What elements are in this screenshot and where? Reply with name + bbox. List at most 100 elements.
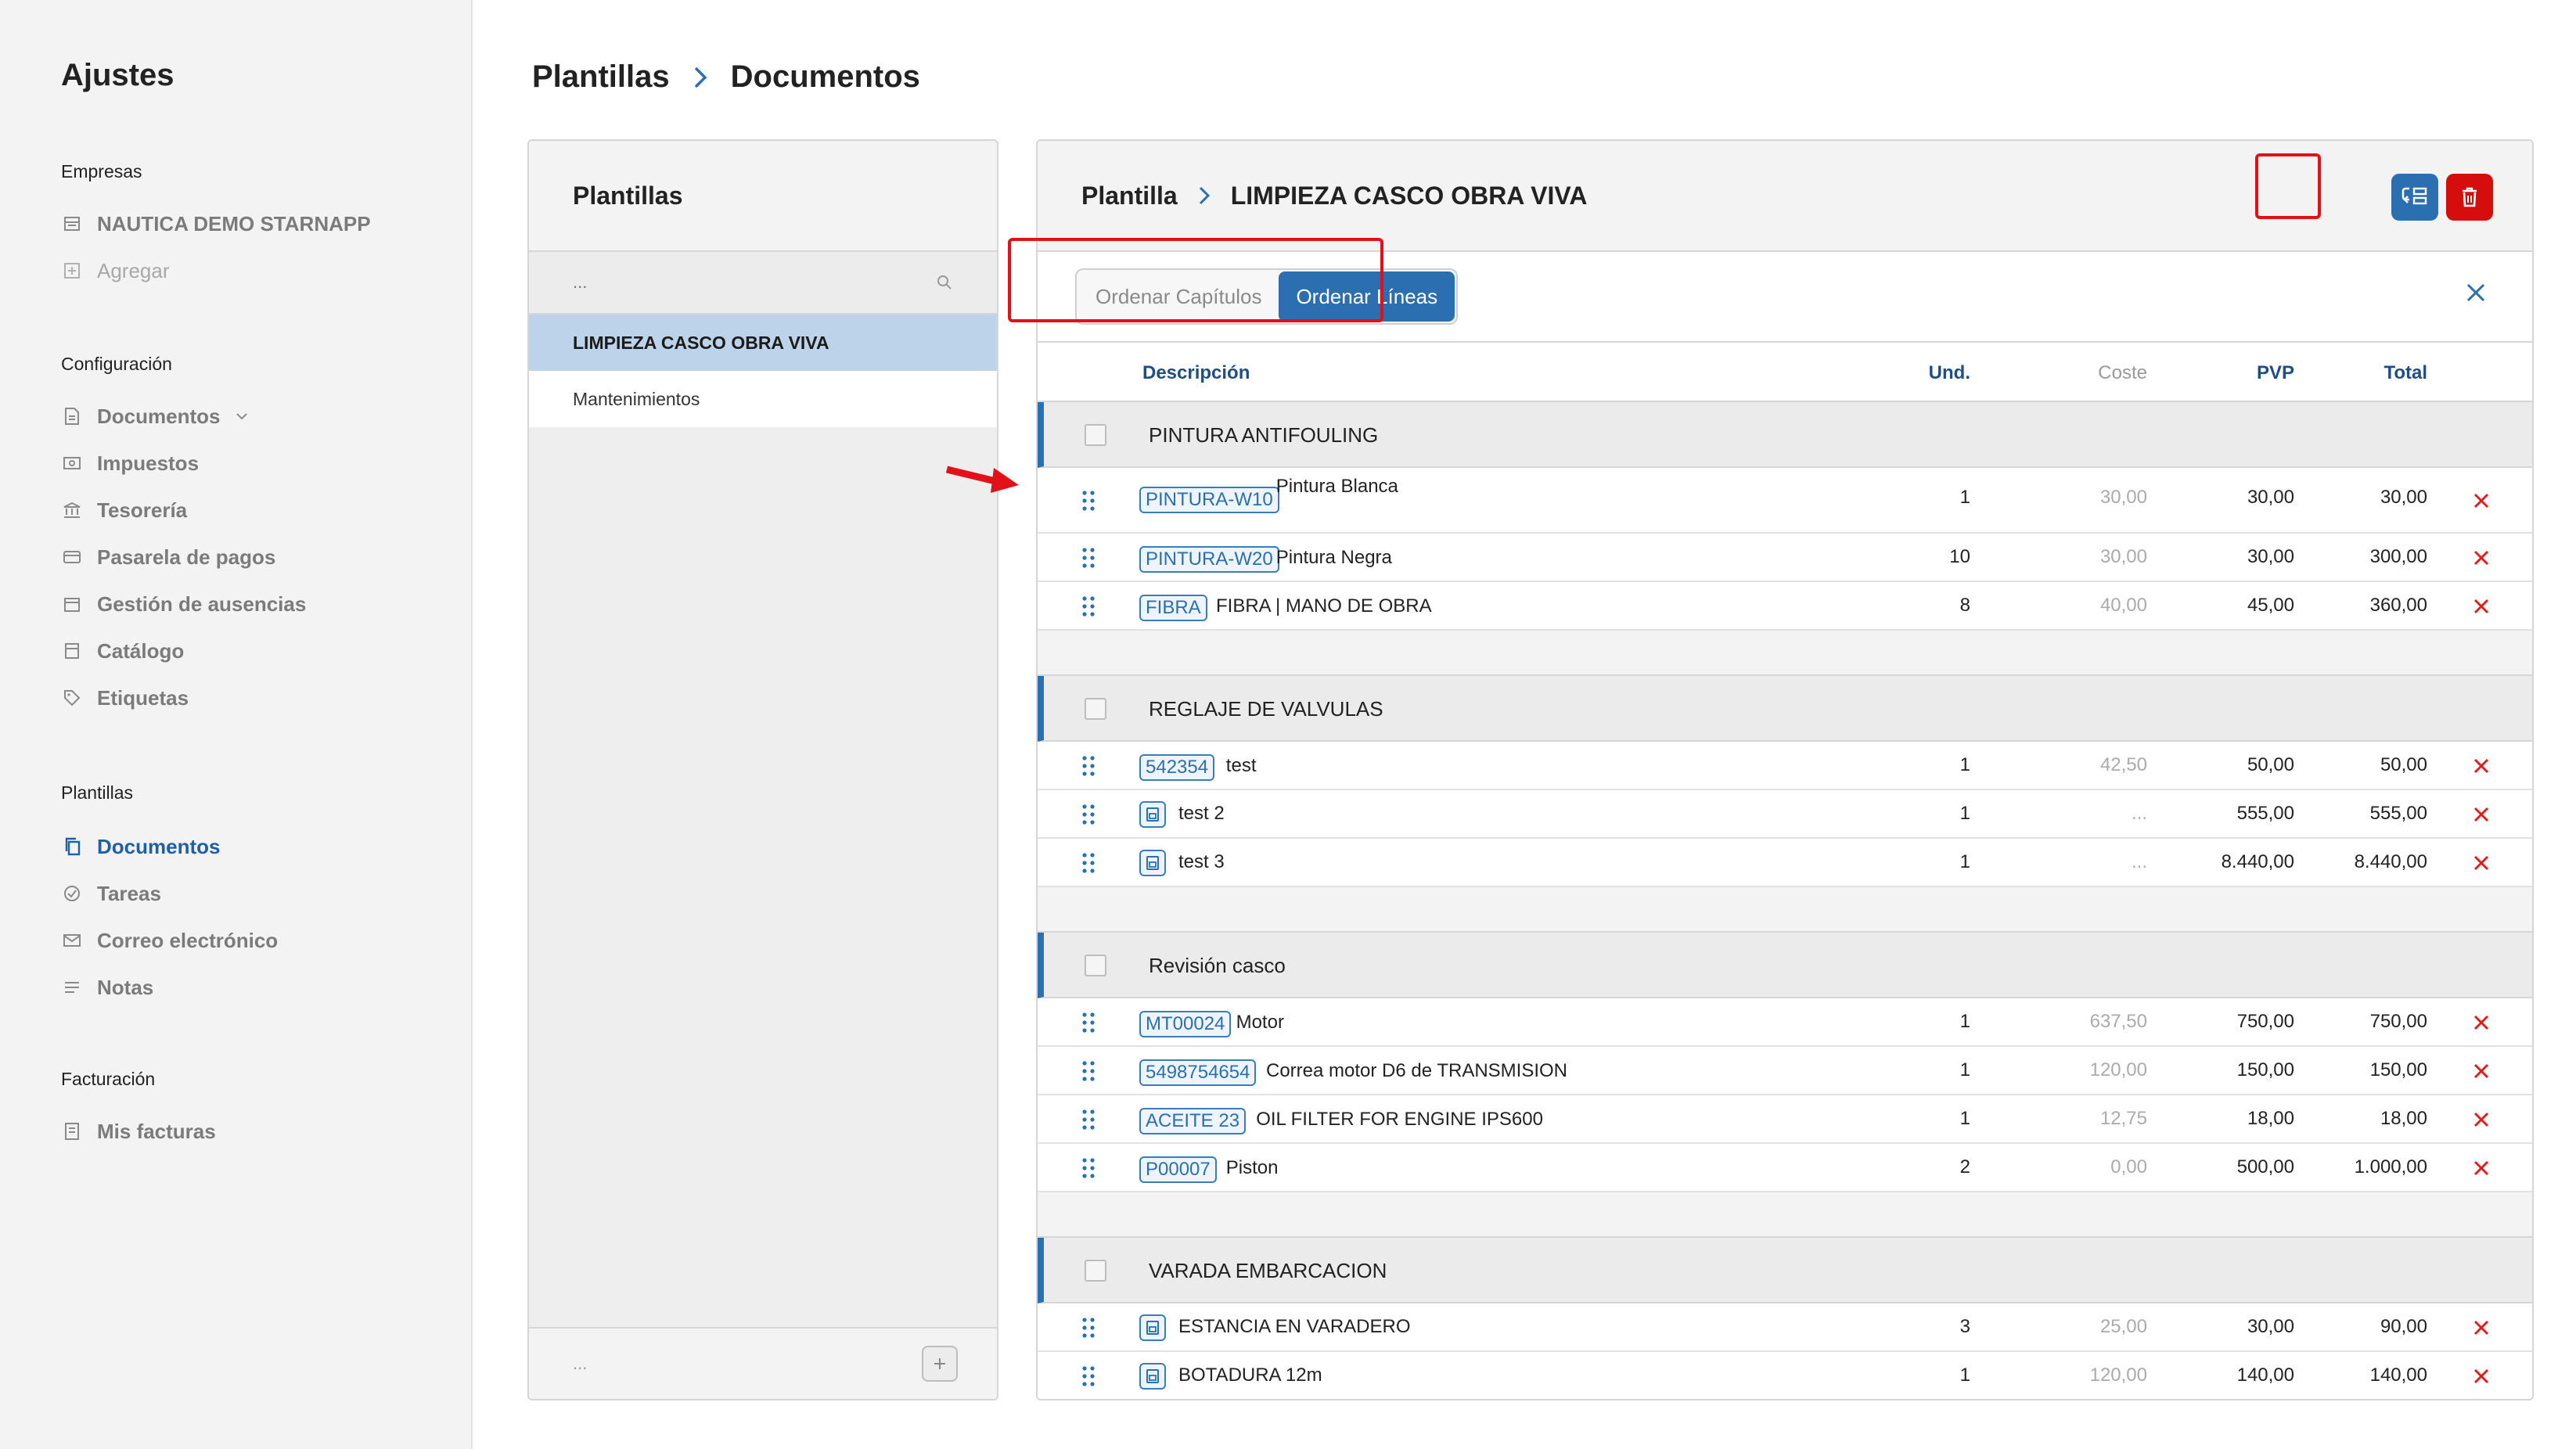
sort-lines-button[interactable]: Ordenar Líneas bbox=[1279, 271, 1455, 322]
line-coste: ... bbox=[2131, 803, 2147, 824]
delete-line-icon[interactable] bbox=[2473, 598, 2490, 615]
sidebar-item-mis-facturas[interactable]: Mis facturas bbox=[61, 1117, 216, 1145]
drag-handle-icon[interactable] bbox=[1081, 755, 1096, 777]
delete-line-icon[interactable] bbox=[2473, 1111, 2490, 1128]
annotation-arrow-icon bbox=[944, 458, 1022, 498]
drag-handle-icon[interactable] bbox=[1081, 595, 1096, 617]
sidebar-item-tesoreria[interactable]: Tesorería bbox=[61, 496, 187, 524]
item-code-chip[interactable]: 542354 bbox=[1139, 754, 1215, 781]
document-icon bbox=[61, 405, 83, 427]
document-icon bbox=[1139, 1363, 1166, 1390]
chevron-down-icon bbox=[236, 412, 248, 420]
sidebar-item-documentos-plantillas[interactable]: Documentos bbox=[61, 832, 220, 861]
item-code-chip[interactable]: PINTURA-W10 bbox=[1139, 487, 1279, 513]
line-coste: 25,00 bbox=[2099, 1316, 2147, 1337]
close-icon[interactable] bbox=[2465, 282, 2487, 304]
delete-line-icon[interactable] bbox=[2473, 806, 2490, 823]
delete-line-icon[interactable] bbox=[2473, 757, 2490, 775]
drag-handle-icon[interactable] bbox=[1081, 852, 1096, 874]
delete-line-icon[interactable] bbox=[2473, 1160, 2490, 1177]
drag-handle-icon[interactable] bbox=[1081, 1365, 1096, 1387]
drag-handle-icon[interactable] bbox=[1081, 1060, 1096, 1082]
plus-icon bbox=[933, 1357, 947, 1371]
chevron-right-icon bbox=[693, 66, 707, 89]
line-und: 3 bbox=[1959, 1316, 1970, 1337]
chapter-spacer bbox=[1038, 1192, 2532, 1238]
delete-line-icon[interactable] bbox=[2473, 492, 2490, 509]
sidebar-item-pasarela[interactable]: Pasarela de pagos bbox=[61, 543, 275, 571]
line-coste: 0,00 bbox=[2110, 1156, 2147, 1178]
line-description: Pintura Blanca bbox=[1275, 476, 1398, 497]
line-pvp: 150,00 bbox=[2236, 1059, 2294, 1080]
chapters-list: PINTURA ANTIFOULING PINTURA-W10 Pintura … bbox=[1038, 402, 2532, 1399]
delete-line-icon[interactable] bbox=[2473, 854, 2490, 872]
templates-search-bar bbox=[529, 252, 997, 315]
sidebar-item-notas[interactable]: Notas bbox=[61, 973, 153, 1001]
column-total: Total bbox=[2384, 362, 2427, 383]
drag-handle-icon[interactable] bbox=[1081, 547, 1096, 569]
sidebar-item-label: Catálogo bbox=[97, 638, 185, 663]
line-total: 300,00 bbox=[2369, 546, 2427, 567]
item-code-chip[interactable]: FIBRA bbox=[1139, 595, 1207, 621]
templates-search-input[interactable] bbox=[573, 272, 886, 293]
chapter-row: Revisión casco bbox=[1038, 933, 2532, 998]
drag-handle-icon[interactable] bbox=[1081, 1157, 1096, 1179]
line-pvp: 500,00 bbox=[2236, 1156, 2294, 1178]
sidebar-item-etiquetas[interactable]: Etiquetas bbox=[61, 684, 189, 712]
line-pvp: 555,00 bbox=[2236, 803, 2294, 824]
item-code-chip[interactable]: 5498754654 bbox=[1139, 1059, 1257, 1086]
document-icon bbox=[1139, 1314, 1166, 1341]
template-item-selected[interactable]: LIMPIEZA CASCO OBRA VIVA bbox=[529, 315, 997, 371]
sort-toolbar: Ordenar Capítulos Ordenar Líneas bbox=[1038, 252, 2532, 343]
line-und: 2 bbox=[1959, 1156, 1970, 1178]
template-detail-panel: Plantilla LIMPIEZA CASCO OBRA VIVA Orden… bbox=[1036, 139, 2534, 1400]
chapter-checkbox[interactable] bbox=[1085, 424, 1106, 446]
line-coste: 40,00 bbox=[2099, 595, 2147, 616]
chapter-checkbox[interactable] bbox=[1085, 1260, 1106, 1282]
add-template-button[interactable] bbox=[922, 1346, 958, 1382]
delete-line-icon[interactable] bbox=[2473, 1319, 2490, 1336]
sidebar-item-ausencias[interactable]: Gestión de ausencias bbox=[61, 590, 306, 618]
sidebar-item-documentos-config[interactable]: Documentos bbox=[61, 402, 248, 430]
item-code-chip[interactable]: PINTURA-W20 bbox=[1139, 546, 1279, 573]
sidebar-item-correo[interactable]: Correo electrónico bbox=[61, 926, 278, 955]
delete-template-button[interactable] bbox=[2446, 174, 2493, 221]
delete-line-icon[interactable] bbox=[2473, 549, 2490, 566]
template-name: LIMPIEZA CASCO OBRA VIVA bbox=[1230, 181, 1588, 210]
plus-square-icon bbox=[61, 260, 83, 282]
sidebar-item-company[interactable]: NAUTICA DEMO STARNAPP bbox=[61, 210, 371, 238]
sidebar-item-catalogo[interactable]: Catálogo bbox=[61, 637, 184, 665]
sidebar-item-impuestos[interactable]: Impuestos bbox=[61, 449, 199, 477]
reorder-mode-button[interactable] bbox=[2391, 174, 2438, 221]
chapter-checkbox[interactable] bbox=[1085, 955, 1106, 976]
sidebar-item-tareas[interactable]: Tareas bbox=[61, 879, 161, 908]
template-item[interactable]: Mantenimientos bbox=[529, 371, 997, 427]
drag-handle-icon[interactable] bbox=[1081, 1109, 1096, 1131]
item-code-chip[interactable]: P00007 bbox=[1139, 1156, 1217, 1183]
chapter-spacer bbox=[1038, 631, 2532, 676]
drag-handle-icon[interactable] bbox=[1081, 490, 1096, 512]
sidebar-item-label: Tareas bbox=[97, 881, 161, 905]
drag-handle-icon[interactable] bbox=[1081, 804, 1096, 825]
line-row: PINTURA-W20 Pintura Negra 10 30,00 30,00… bbox=[1038, 534, 2532, 582]
column-und: Und. bbox=[1928, 362, 1970, 383]
drag-handle-icon[interactable] bbox=[1081, 1317, 1096, 1339]
search-icon[interactable] bbox=[936, 274, 953, 291]
line-coste: 120,00 bbox=[2089, 1059, 2147, 1080]
line-total: 30,00 bbox=[2380, 487, 2427, 508]
line-total: 555,00 bbox=[2369, 803, 2427, 824]
item-code-chip[interactable]: MT00024 bbox=[1139, 1011, 1232, 1037]
sort-chapters-button[interactable]: Ordenar Capítulos bbox=[1078, 271, 1279, 322]
line-description: OIL FILTER FOR ENGINE IPS600 bbox=[1256, 1109, 1543, 1130]
delete-line-icon[interactable] bbox=[2473, 1368, 2490, 1385]
item-code-chip[interactable]: ACEITE 23 bbox=[1139, 1108, 1247, 1134]
drag-handle-icon[interactable] bbox=[1081, 1012, 1096, 1034]
money-icon bbox=[61, 452, 83, 474]
chapter-checkbox[interactable] bbox=[1085, 698, 1106, 720]
sidebar-item-add-company[interactable]: Agregar bbox=[61, 257, 170, 285]
delete-line-icon[interactable] bbox=[2473, 1014, 2490, 1031]
lines-icon bbox=[61, 976, 83, 998]
breadcrumb-plantillas[interactable]: Plantillas bbox=[532, 59, 670, 95]
line-description: test 2 bbox=[1178, 803, 1225, 824]
delete-line-icon[interactable] bbox=[2473, 1062, 2490, 1080]
